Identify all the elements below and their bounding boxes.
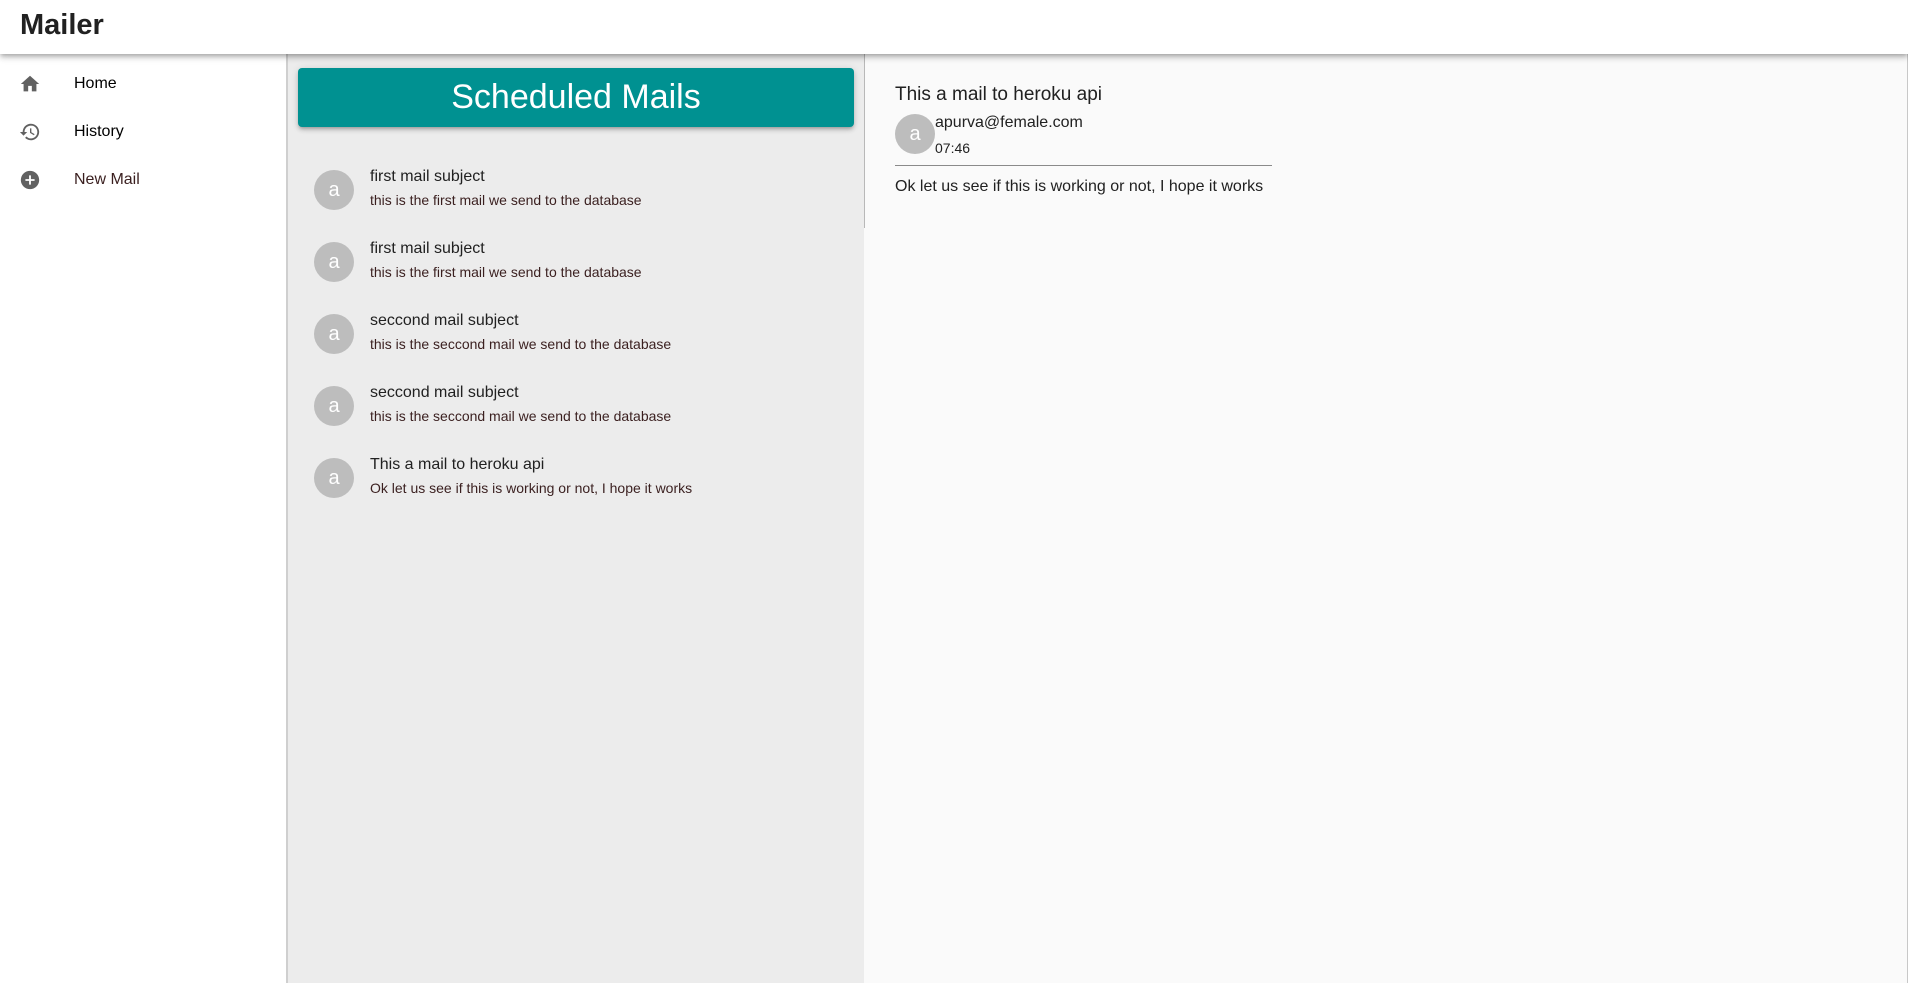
scheduled-mails-title: Scheduled Mails	[451, 78, 701, 116]
mail-subject: seccond mail subject	[370, 384, 519, 401]
mail-preview: Ok let us see if this is working or not,…	[370, 480, 693, 496]
app-bar: Mailer	[0, 0, 1908, 54]
mail-list-item[interactable]: a This a mail to heroku api Ok let us se…	[288, 442, 864, 514]
app-title: Mailer	[20, 9, 104, 41]
mail-preview: this is the first mail we send to the da…	[370, 264, 642, 280]
mail-subject: first mail subject	[370, 168, 485, 185]
mail-list-panel: Scheduled Mails a first mail subject thi…	[288, 54, 864, 983]
add-circle-icon	[18, 168, 42, 192]
mail-time: 07:46	[935, 140, 971, 156]
sidebar-item-home[interactable]: Home	[0, 60, 286, 108]
sender-email: apurva@female.com	[935, 114, 1083, 131]
mail-list-item[interactable]: a first mail subject this is the first m…	[288, 226, 864, 298]
mail-subject: This a mail to heroku api	[370, 456, 545, 473]
divider	[895, 165, 1272, 166]
avatar: a	[314, 314, 354, 354]
detail-body: Ok let us see if this is working or not,…	[895, 178, 1264, 195]
sidebar: Home History New Mail	[0, 54, 288, 983]
detail-subject: This a mail to heroku api	[895, 84, 1102, 105]
avatar: a	[314, 386, 354, 426]
sidebar-item-label: Home	[74, 75, 117, 92]
sidebar-item-history[interactable]: History	[0, 108, 286, 156]
mail-preview: this is the seccond mail we send to the …	[370, 336, 672, 352]
home-icon	[18, 72, 42, 96]
mail-list-item[interactable]: a first mail subject this is the first m…	[288, 154, 864, 226]
sidebar-item-label: History	[74, 123, 124, 140]
mail-subject: seccond mail subject	[370, 312, 519, 329]
mail-preview: this is the first mail we send to the da…	[370, 192, 642, 208]
scheduled-mails-header: Scheduled Mails	[298, 68, 854, 127]
history-icon	[18, 120, 42, 144]
mail-detail-panel: This a mail to heroku api a apurva@femal…	[865, 54, 1907, 983]
sidebar-item-label: New Mail	[74, 171, 140, 188]
avatar: a	[314, 242, 354, 282]
avatar: a	[314, 170, 354, 210]
mail-subject: first mail subject	[370, 240, 485, 257]
avatar: a	[314, 458, 354, 498]
mail-list-item[interactable]: a seccond mail subject this is the secco…	[288, 298, 864, 370]
mail-preview: this is the seccond mail we send to the …	[370, 408, 672, 424]
mail-list-item[interactable]: a seccond mail subject this is the secco…	[288, 370, 864, 442]
avatar: a	[895, 114, 935, 154]
sidebar-item-new-mail[interactable]: New Mail	[0, 156, 286, 204]
